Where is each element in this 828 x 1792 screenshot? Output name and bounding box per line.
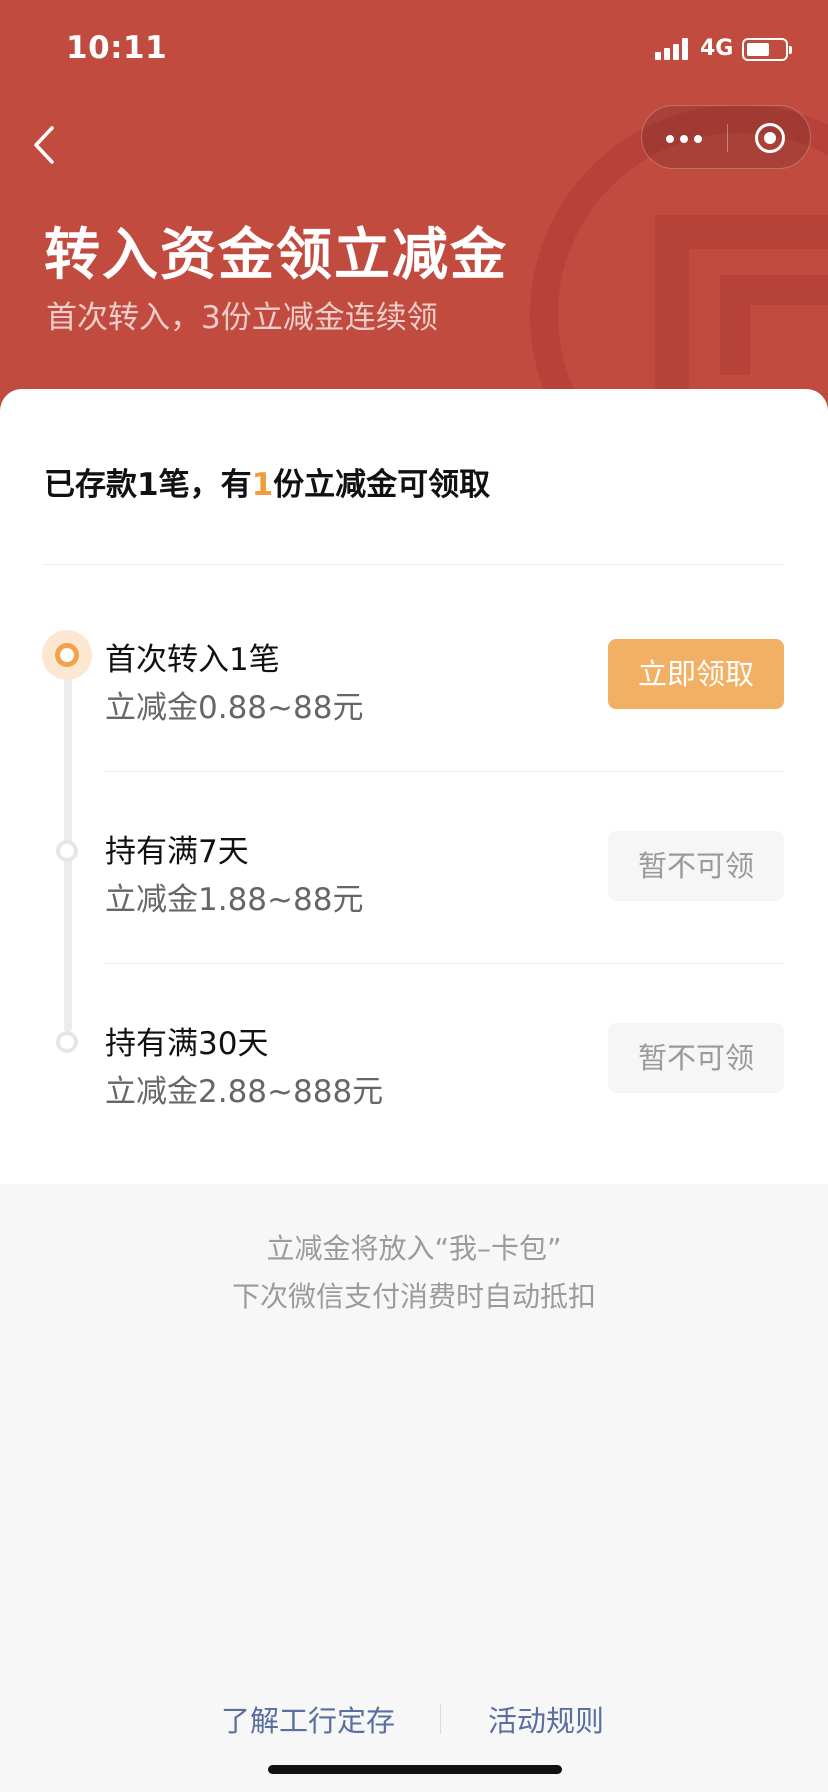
note-line: 立减金将放入“我–卡包” <box>266 1232 562 1265</box>
network-type: 4G <box>700 36 734 61</box>
summary-suffix: 份立减金可领取 <box>273 467 491 503</box>
reward-note: 立减金将放入“我–卡包” 下次微信支付消费时自动抵扣 <box>0 1225 828 1321</box>
activity-rules-link[interactable]: 活动规则 <box>488 1698 604 1740</box>
summary-prefix: 已存款1笔，有 <box>44 467 252 503</box>
note-line: 下次微信支付消费时自动抵扣 <box>231 1280 596 1313</box>
claim-now-button[interactable]: 立即领取 <box>608 639 784 709</box>
summary-count: 1 <box>251 467 274 503</box>
timeline-dot-active <box>55 643 79 667</box>
step-divider <box>105 963 785 964</box>
step-desc: 立减金0.88~88元 <box>105 690 364 726</box>
close-miniprogram-button[interactable] <box>728 106 812 170</box>
chevron-left-icon <box>34 126 54 164</box>
learn-icbc-deposit-link[interactable]: 了解工行定存 <box>221 1698 395 1740</box>
more-button[interactable] <box>642 106 727 170</box>
reward-card: 已存款1笔，有1份立减金可领取 首次转入1笔 立减金0.88~88元 立即领取 … <box>0 389 828 1184</box>
not-available-button[interactable]: 暂不可领 <box>608 831 784 901</box>
header: 10:11 4G 转入资金领立减金 首次转入，3份立减金连续领 <box>0 0 828 430</box>
timeline-dot <box>56 840 78 862</box>
step-title: 持有满30天 <box>105 1026 269 1062</box>
page-title: 转入资金领立减金 <box>44 223 508 288</box>
miniprogram-capsule <box>641 105 811 169</box>
timeline-dot <box>56 1031 78 1053</box>
step-hold-7-days: 持有满7天 立减金1.88~88元 暂不可领 <box>105 826 785 946</box>
step-first-deposit: 首次转入1笔 立减金0.88~88元 立即领取 <box>105 634 785 754</box>
battery-icon <box>742 38 792 61</box>
bottom-links: 了解工行定存 活动规则 <box>0 1698 828 1738</box>
home-indicator[interactable] <box>268 1765 562 1774</box>
link-separator <box>440 1704 441 1734</box>
bank-logo-watermark-inner2 <box>720 275 828 375</box>
divider <box>44 564 784 565</box>
not-available-button[interactable]: 暂不可领 <box>608 1023 784 1093</box>
status-time: 10:11 <box>66 30 168 66</box>
back-button[interactable] <box>28 120 68 170</box>
step-desc: 立减金1.88~88元 <box>105 882 364 918</box>
page-subtitle: 首次转入，3份立减金连续领 <box>46 300 438 336</box>
more-dots-icon <box>666 135 674 143</box>
signal-icon <box>655 38 691 60</box>
claim-summary: 已存款1笔，有1份立减金可领取 <box>44 459 490 504</box>
step-title: 持有满7天 <box>105 834 249 870</box>
step-hold-30-days: 持有满30天 立减金2.88~888元 暂不可领 <box>105 1018 785 1138</box>
step-divider <box>105 771 785 772</box>
step-title: 首次转入1笔 <box>105 642 280 678</box>
step-desc: 立减金2.88~888元 <box>105 1074 384 1110</box>
